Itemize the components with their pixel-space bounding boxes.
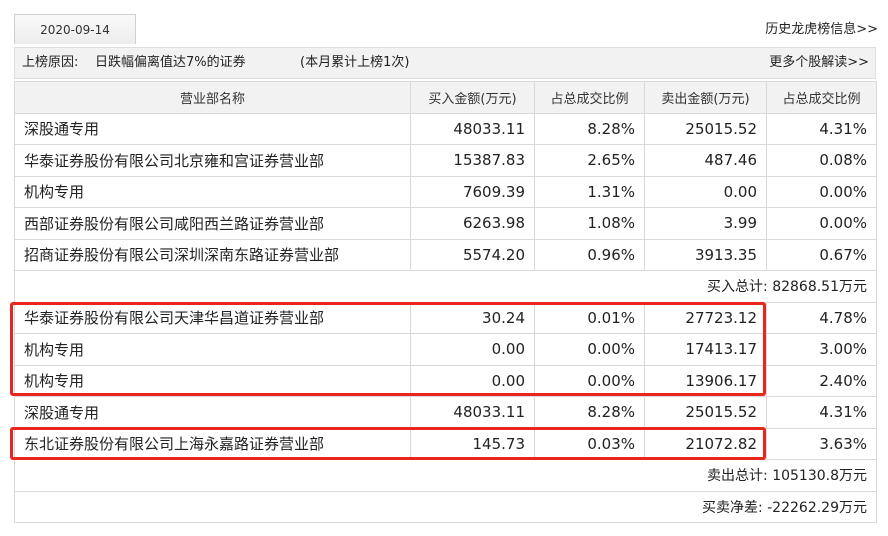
buy-ratio: 0.01% <box>534 301 645 334</box>
net-total-row: 买卖净差: -22262.29万元 <box>14 490 877 523</box>
branch-name[interactable]: 机构专用 <box>14 175 411 208</box>
buy-amount: 7609.39 <box>410 175 535 208</box>
branch-name[interactable]: 深股通专用 <box>14 112 411 145</box>
more-analysis-link[interactable]: 更多个股解读>> <box>769 48 869 78</box>
buy-total: 买入总计: 82868.51万元 <box>14 270 877 303</box>
buy-ratio: 0.96% <box>534 238 645 271</box>
history-link[interactable]: 历史龙虎榜信息>> <box>765 18 878 37</box>
sell-total-row: 卖出总计: 105130.8万元 <box>14 459 877 492</box>
sell-amount: 13906.17 <box>644 364 767 397</box>
reason-text: 日跌幅偏离值达7%的证券 <box>95 55 246 70</box>
sell-ratio: 0.00% <box>766 207 877 240</box>
table-row: 西部证券股份有限公司咸阳西兰路证券营业部 6263.98 1.08% 3.99 … <box>14 207 877 240</box>
buy-amount: 145.73 <box>410 427 535 460</box>
table-row: 东北证券股份有限公司上海永嘉路证券营业部 145.73 0.03% 21072.… <box>14 427 877 460</box>
table-row: 华泰证券股份有限公司北京雍和宫证券营业部 15387.83 2.65% 487.… <box>14 144 877 177</box>
date-tab[interactable]: 2020-09-14 <box>14 14 136 44</box>
table-row: 深股通专用 48033.11 8.28% 25015.52 4.31% <box>14 396 877 429</box>
column-header: 营业部名称 <box>14 81 411 114</box>
branch-name[interactable]: 东北证券股份有限公司上海永嘉路证券营业部 <box>14 427 411 460</box>
table-row: 深股通专用 48033.11 8.28% 25015.52 4.31% <box>14 112 877 145</box>
buy-amount: 48033.11 <box>410 112 535 145</box>
buy-amount: 15387.83 <box>410 144 535 177</box>
sell-ratio: 4.31% <box>766 396 877 429</box>
table-row: 华泰证券股份有限公司天津华昌道证券营业部 30.24 0.01% 27723.1… <box>14 301 877 334</box>
sell-amount: 17413.17 <box>644 333 767 366</box>
buy-ratio: 8.28% <box>534 396 645 429</box>
sell-amount: 21072.82 <box>644 427 767 460</box>
info-bar: 上榜原因: 日跌幅偏离值达7%的证券 (本月累计上榜1次) 更多个股解读>> <box>14 47 876 79</box>
buy-amount: 48033.11 <box>410 396 535 429</box>
table-row: 机构专用 7609.39 1.31% 0.00 0.00% <box>14 175 877 208</box>
buy-ratio: 8.28% <box>534 112 645 145</box>
branch-name[interactable]: 招商证券股份有限公司深圳深南东路证券营业部 <box>14 238 411 271</box>
monthly-count: (本月累计上榜1次) <box>300 55 410 70</box>
sell-total: 卖出总计: 105130.8万元 <box>14 459 877 492</box>
sell-amount: 3913.35 <box>644 238 767 271</box>
sell-ratio: 0.00% <box>766 175 877 208</box>
sell-amount: 3.99 <box>644 207 767 240</box>
sell-amount: 27723.12 <box>644 301 767 334</box>
column-header: 卖出金额(万元) <box>644 81 767 114</box>
branch-name[interactable]: 华泰证券股份有限公司北京雍和宫证券营业部 <box>14 144 411 177</box>
branch-name[interactable]: 机构专用 <box>14 333 411 366</box>
buy-amount: 0.00 <box>410 333 535 366</box>
column-header: 占总成交比例 <box>766 81 877 114</box>
sell-amount: 0.00 <box>644 175 767 208</box>
sell-amount: 487.46 <box>644 144 767 177</box>
reason-label: 上榜原因: <box>22 55 79 70</box>
dragon-tiger-table: 营业部名称 买入金额(万元) 占总成交比例 卖出金额(万元) 占总成交比例 深股… <box>14 81 877 523</box>
buy-ratio: 0.03% <box>534 427 645 460</box>
sell-ratio: 2.40% <box>766 364 877 397</box>
branch-name[interactable]: 机构专用 <box>14 364 411 397</box>
buy-ratio: 0.00% <box>534 333 645 366</box>
sell-ratio: 3.63% <box>766 427 877 460</box>
table-row: 机构专用 0.00 0.00% 13906.17 2.40% <box>14 364 877 397</box>
column-header: 占总成交比例 <box>534 81 645 114</box>
buy-ratio: 2.65% <box>534 144 645 177</box>
sell-amount: 25015.52 <box>644 112 767 145</box>
branch-name[interactable]: 华泰证券股份有限公司天津华昌道证券营业部 <box>14 301 411 334</box>
sell-ratio: 0.67% <box>766 238 877 271</box>
buy-ratio: 0.00% <box>534 364 645 397</box>
buy-amount: 0.00 <box>410 364 535 397</box>
table-row: 招商证券股份有限公司深圳深南东路证券营业部 5574.20 0.96% 3913… <box>14 238 877 271</box>
sell-ratio: 4.31% <box>766 112 877 145</box>
branch-name[interactable]: 西部证券股份有限公司咸阳西兰路证券营业部 <box>14 207 411 240</box>
header-row: 营业部名称 买入金额(万元) 占总成交比例 卖出金额(万元) 占总成交比例 <box>14 81 877 114</box>
buy-amount: 5574.20 <box>410 238 535 271</box>
column-header: 买入金额(万元) <box>410 81 535 114</box>
buy-total-row: 买入总计: 82868.51万元 <box>14 270 877 303</box>
buy-ratio: 1.31% <box>534 175 645 208</box>
buy-amount: 6263.98 <box>410 207 535 240</box>
buy-amount: 30.24 <box>410 301 535 334</box>
table-row: 机构专用 0.00 0.00% 17413.17 3.00% <box>14 333 877 366</box>
sell-ratio: 0.08% <box>766 144 877 177</box>
sell-ratio: 3.00% <box>766 333 877 366</box>
branch-name[interactable]: 深股通专用 <box>14 396 411 429</box>
buy-ratio: 1.08% <box>534 207 645 240</box>
sell-amount: 25015.52 <box>644 396 767 429</box>
net-difference: 买卖净差: -22262.29万元 <box>14 490 877 523</box>
sell-ratio: 4.78% <box>766 301 877 334</box>
